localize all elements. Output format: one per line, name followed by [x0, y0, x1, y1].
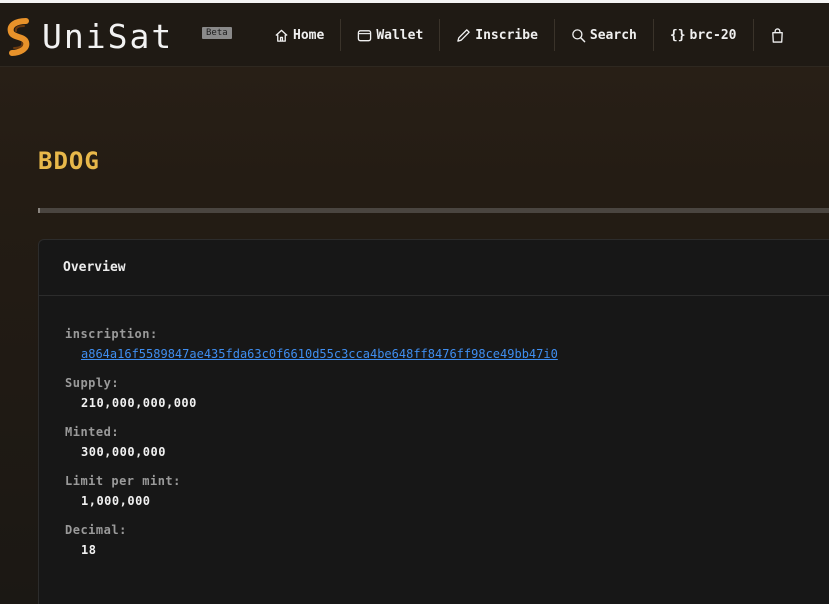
- nav-brc20[interactable]: {} brc-20: [652, 19, 753, 51]
- field-value: 18: [81, 543, 97, 557]
- divider: [38, 208, 829, 213]
- field-value: 1,000,000: [81, 494, 151, 508]
- nav-search-label: Search: [589, 27, 637, 43]
- nav-wallet[interactable]: Wallet: [340, 19, 439, 51]
- nav-inscribe-label: Inscribe: [475, 27, 538, 43]
- field-value: 300,000,000: [81, 445, 166, 459]
- field-inscription: inscription: a864a16f5589847ae435fda63c0…: [65, 324, 829, 364]
- overview-heading: Overview: [39, 240, 829, 296]
- field-label: Decimal:: [65, 523, 127, 537]
- overview-body: inscription: a864a16f5589847ae435fda63c0…: [39, 296, 829, 560]
- search-icon: [572, 28, 586, 42]
- field-decimal: Decimal: 18: [65, 520, 829, 560]
- home-icon: [275, 29, 288, 42]
- page: UniSat Beta Home Wallet Inscribe Search …: [0, 0, 829, 604]
- nav-wallet-label: Wallet: [376, 27, 424, 43]
- overview-card: Overview inscription: a864a16f5589847ae4…: [38, 239, 829, 604]
- unisat-logo-icon[interactable]: [4, 17, 34, 57]
- beta-badge: Beta: [202, 27, 232, 39]
- field-limit-per-mint: Limit per mint: 1,000,000: [65, 471, 829, 511]
- field-supply: Supply: 210,000,000,000: [65, 373, 829, 413]
- page-title: BDOG: [38, 147, 100, 175]
- field-minted: Minted: 300,000,000: [65, 422, 829, 462]
- brand-name[interactable]: UniSat: [42, 17, 173, 57]
- header: UniSat Beta Home Wallet Inscribe Search …: [0, 3, 829, 67]
- nav-inscribe[interactable]: Inscribe: [439, 19, 554, 51]
- nav-shop[interactable]: [752, 19, 789, 51]
- main-nav: Home Wallet Inscribe Search {} brc-20: [262, 19, 789, 51]
- pencil-icon: [457, 28, 471, 42]
- nav-search[interactable]: Search: [553, 19, 653, 51]
- inscription-link[interactable]: a864a16f5589847ae435fda63c0f6610d55c3cca…: [81, 347, 558, 361]
- field-value: 210,000,000,000: [81, 396, 197, 410]
- field-label: Minted:: [65, 425, 120, 439]
- shopping-bag-icon: [771, 27, 783, 43]
- braces-icon: {}: [669, 27, 686, 43]
- nav-brc20-label: brc-20: [689, 27, 737, 43]
- wallet-icon: [358, 29, 372, 41]
- field-label: Supply:: [65, 376, 120, 390]
- nav-home[interactable]: Home: [262, 19, 340, 51]
- field-label: inscription:: [65, 327, 158, 341]
- field-value: a864a16f5589847ae435fda63c0f6610d55c3cca…: [65, 344, 829, 364]
- field-label: Limit per mint:: [65, 474, 181, 488]
- nav-home-label: Home: [293, 27, 325, 43]
